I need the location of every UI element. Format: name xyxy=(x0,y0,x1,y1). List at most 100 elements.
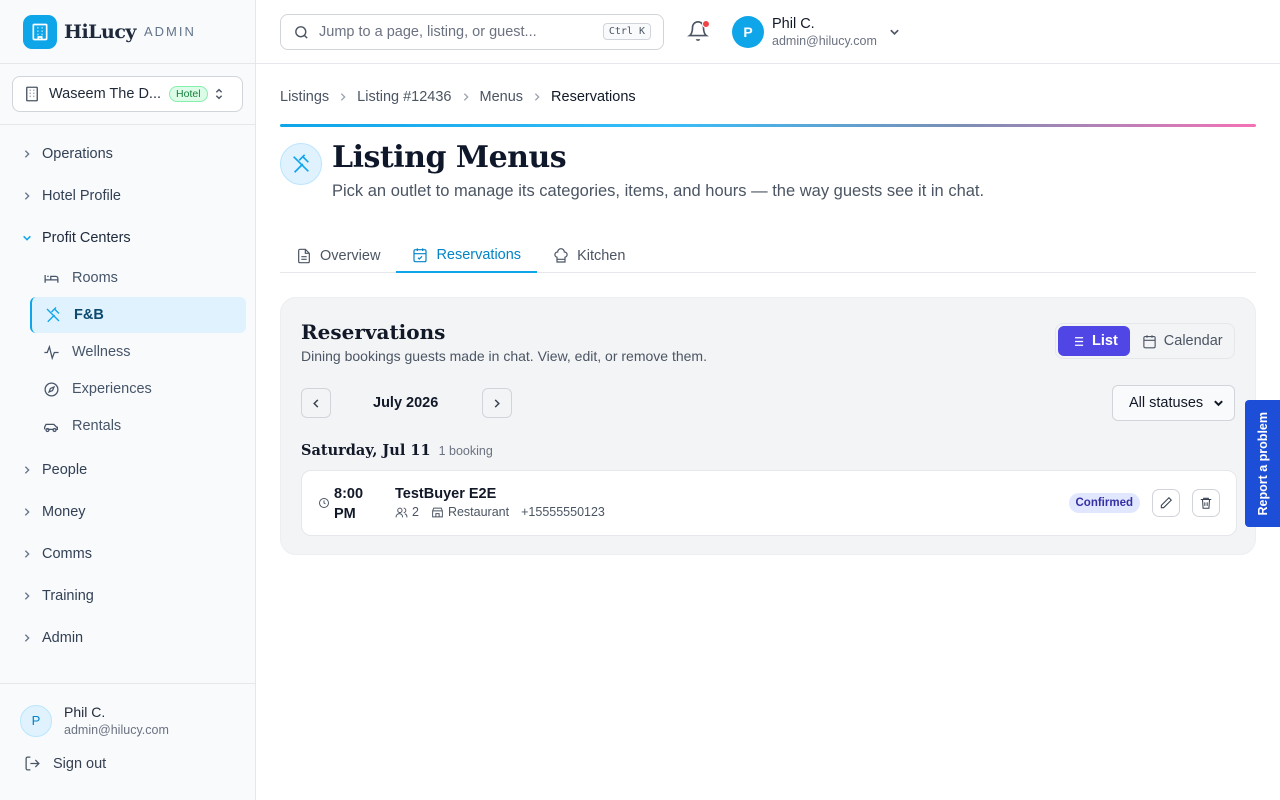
avatar: P xyxy=(732,16,764,48)
status-badge: Confirmed xyxy=(1068,493,1140,513)
compass-icon xyxy=(42,380,60,398)
reservation-meta: 2 Restaurant +15555550123 xyxy=(395,505,605,519)
next-month-button[interactable] xyxy=(482,388,512,418)
edit-reservation-button[interactable] xyxy=(1152,489,1180,517)
nav-group-label: Comms xyxy=(42,546,92,562)
reservation-row[interactable]: 8:00 PM TestBuyer E2E 2 Restaurant +1555… xyxy=(301,470,1237,536)
sidebar-item-label: Rooms xyxy=(72,270,118,286)
day-label: Saturday, Jul 11 xyxy=(301,442,431,459)
nav-group-label: Admin xyxy=(42,630,84,646)
chevron-right-icon xyxy=(533,92,541,102)
trash-icon xyxy=(1199,496,1213,510)
pencil-icon xyxy=(1159,496,1173,510)
tab-label: Reservations xyxy=(436,246,522,263)
calendar-check-icon xyxy=(412,247,428,263)
party-size: 2 xyxy=(412,505,419,519)
view-toggle: List Calendar xyxy=(1055,323,1235,359)
day-group-header: Saturday, Jul 11 1 booking xyxy=(301,442,493,459)
building-logo-icon xyxy=(23,14,57,49)
nav-group-money[interactable]: Money xyxy=(0,491,255,533)
sidebar-item-wellness[interactable]: Wellness xyxy=(30,334,246,370)
brand-name: HiLucy xyxy=(64,20,136,43)
search-input[interactable]: Jump to a page, listing, or guest... xyxy=(319,24,537,40)
nav-group-comms[interactable]: Comms xyxy=(0,533,255,575)
chevron-down-icon xyxy=(1213,397,1224,413)
brand[interactable]: HiLucy ADMIN xyxy=(0,0,255,64)
sidebar-item-label: F&B xyxy=(74,307,104,323)
sidebar-item-experiences[interactable]: Experiences xyxy=(30,371,246,407)
sidebar: HiLucy ADMIN Waseem The D... Hotel Opera… xyxy=(0,0,256,800)
breadcrumb-listing[interactable]: Listing #12436 xyxy=(357,89,451,105)
file-text-icon xyxy=(296,248,312,264)
nav-group-label: People xyxy=(42,462,88,478)
list-view-button[interactable]: List xyxy=(1058,326,1130,356)
sign-out-button[interactable]: Sign out xyxy=(24,755,256,772)
tab-reservations[interactable]: Reservations xyxy=(396,238,538,273)
chevron-right-icon xyxy=(20,633,34,643)
nav-group-profit-centers[interactable]: Profit Centers xyxy=(0,217,255,259)
property-name: Waseem The D... xyxy=(49,86,162,102)
month-label: July 2026 xyxy=(373,395,439,411)
page-subtitle: Pick an outlet to manage its categories,… xyxy=(332,182,985,200)
tab-kitchen[interactable]: Kitchen xyxy=(537,238,641,273)
previous-month-button[interactable] xyxy=(301,388,331,418)
sidebar-footer: P Phil C. admin@hilucy.com Sign out xyxy=(0,683,256,800)
nav-group-training[interactable]: Training xyxy=(0,575,255,617)
page-title: Listing Menus xyxy=(332,140,567,175)
user-email: admin@hilucy.com xyxy=(772,34,877,48)
chevron-left-icon xyxy=(312,398,320,409)
chevron-right-icon xyxy=(20,191,34,201)
clock-icon xyxy=(318,496,330,514)
breadcrumb-listings[interactable]: Listings xyxy=(280,89,329,105)
guest-name: TestBuyer E2E xyxy=(395,486,497,502)
report-problem-label: Report a problem xyxy=(1255,411,1270,516)
property-switcher[interactable]: Waseem The D... Hotel xyxy=(12,76,243,112)
building-icon xyxy=(23,85,41,103)
sidebar-item-label: Wellness xyxy=(72,344,131,360)
notification-dot xyxy=(702,20,710,28)
nav-group-people[interactable]: People xyxy=(0,449,255,491)
chevron-right-icon xyxy=(20,591,34,601)
nav-group-hotel-profile[interactable]: Hotel Profile xyxy=(0,175,255,217)
reservations-subtitle: Dining bookings guests made in chat. Vie… xyxy=(301,348,707,364)
search-icon xyxy=(293,24,310,41)
status-filter-select[interactable]: All statuses xyxy=(1112,385,1235,421)
header-accent-bar xyxy=(280,124,1256,127)
nav-group-label: Operations xyxy=(42,146,113,162)
sidebar-user[interactable]: P Phil C. admin@hilucy.com xyxy=(20,704,256,737)
users-icon xyxy=(395,506,408,519)
search-box[interactable]: Jump to a page, listing, or guest... Ctr… xyxy=(280,14,664,50)
chevron-right-icon xyxy=(493,398,501,409)
user-menu[interactable]: P Phil C. admin@hilucy.com xyxy=(732,16,900,48)
breadcrumb-menus[interactable]: Menus xyxy=(480,89,524,105)
chevrons-up-down-icon xyxy=(213,87,225,101)
calendar-icon xyxy=(1142,334,1157,349)
calendar-view-button[interactable]: Calendar xyxy=(1130,326,1235,356)
sign-out-label: Sign out xyxy=(53,755,107,772)
bed-icon xyxy=(42,269,60,287)
sidebar-item-rooms[interactable]: Rooms xyxy=(30,260,246,296)
user-name: Phil C. xyxy=(772,16,815,32)
tab-bar: Overview Reservations Kitchen xyxy=(280,238,1256,273)
delete-reservation-button[interactable] xyxy=(1192,489,1220,517)
status-filter-value: All statuses xyxy=(1129,395,1204,411)
sidebar-item-label: Rentals xyxy=(72,418,122,434)
sidebar-item-rentals[interactable]: Rentals xyxy=(30,408,246,444)
list-view-label: List xyxy=(1092,333,1118,349)
car-icon xyxy=(42,417,60,435)
sidebar-user-name: Phil C. xyxy=(64,704,106,720)
report-problem-button[interactable]: Report a problem xyxy=(1245,400,1280,527)
calendar-view-label: Calendar xyxy=(1163,333,1223,349)
chevron-down-icon xyxy=(20,234,34,242)
reservations-card: Reservations Dining bookings guests made… xyxy=(280,297,1256,555)
nav-group-admin[interactable]: Admin xyxy=(0,617,255,659)
utensils-crossed-icon xyxy=(44,306,62,324)
nav-group-label: Hotel Profile xyxy=(42,188,121,204)
activity-icon xyxy=(42,343,60,361)
day-booking-count: 1 booking xyxy=(438,444,493,458)
sidebar-item-label: Experiences xyxy=(72,381,152,397)
nav-group-operations[interactable]: Operations xyxy=(0,133,255,175)
tab-overview[interactable]: Overview xyxy=(280,238,396,273)
chevron-right-icon xyxy=(462,92,470,102)
sidebar-item-fnb[interactable]: F&B xyxy=(30,297,246,333)
